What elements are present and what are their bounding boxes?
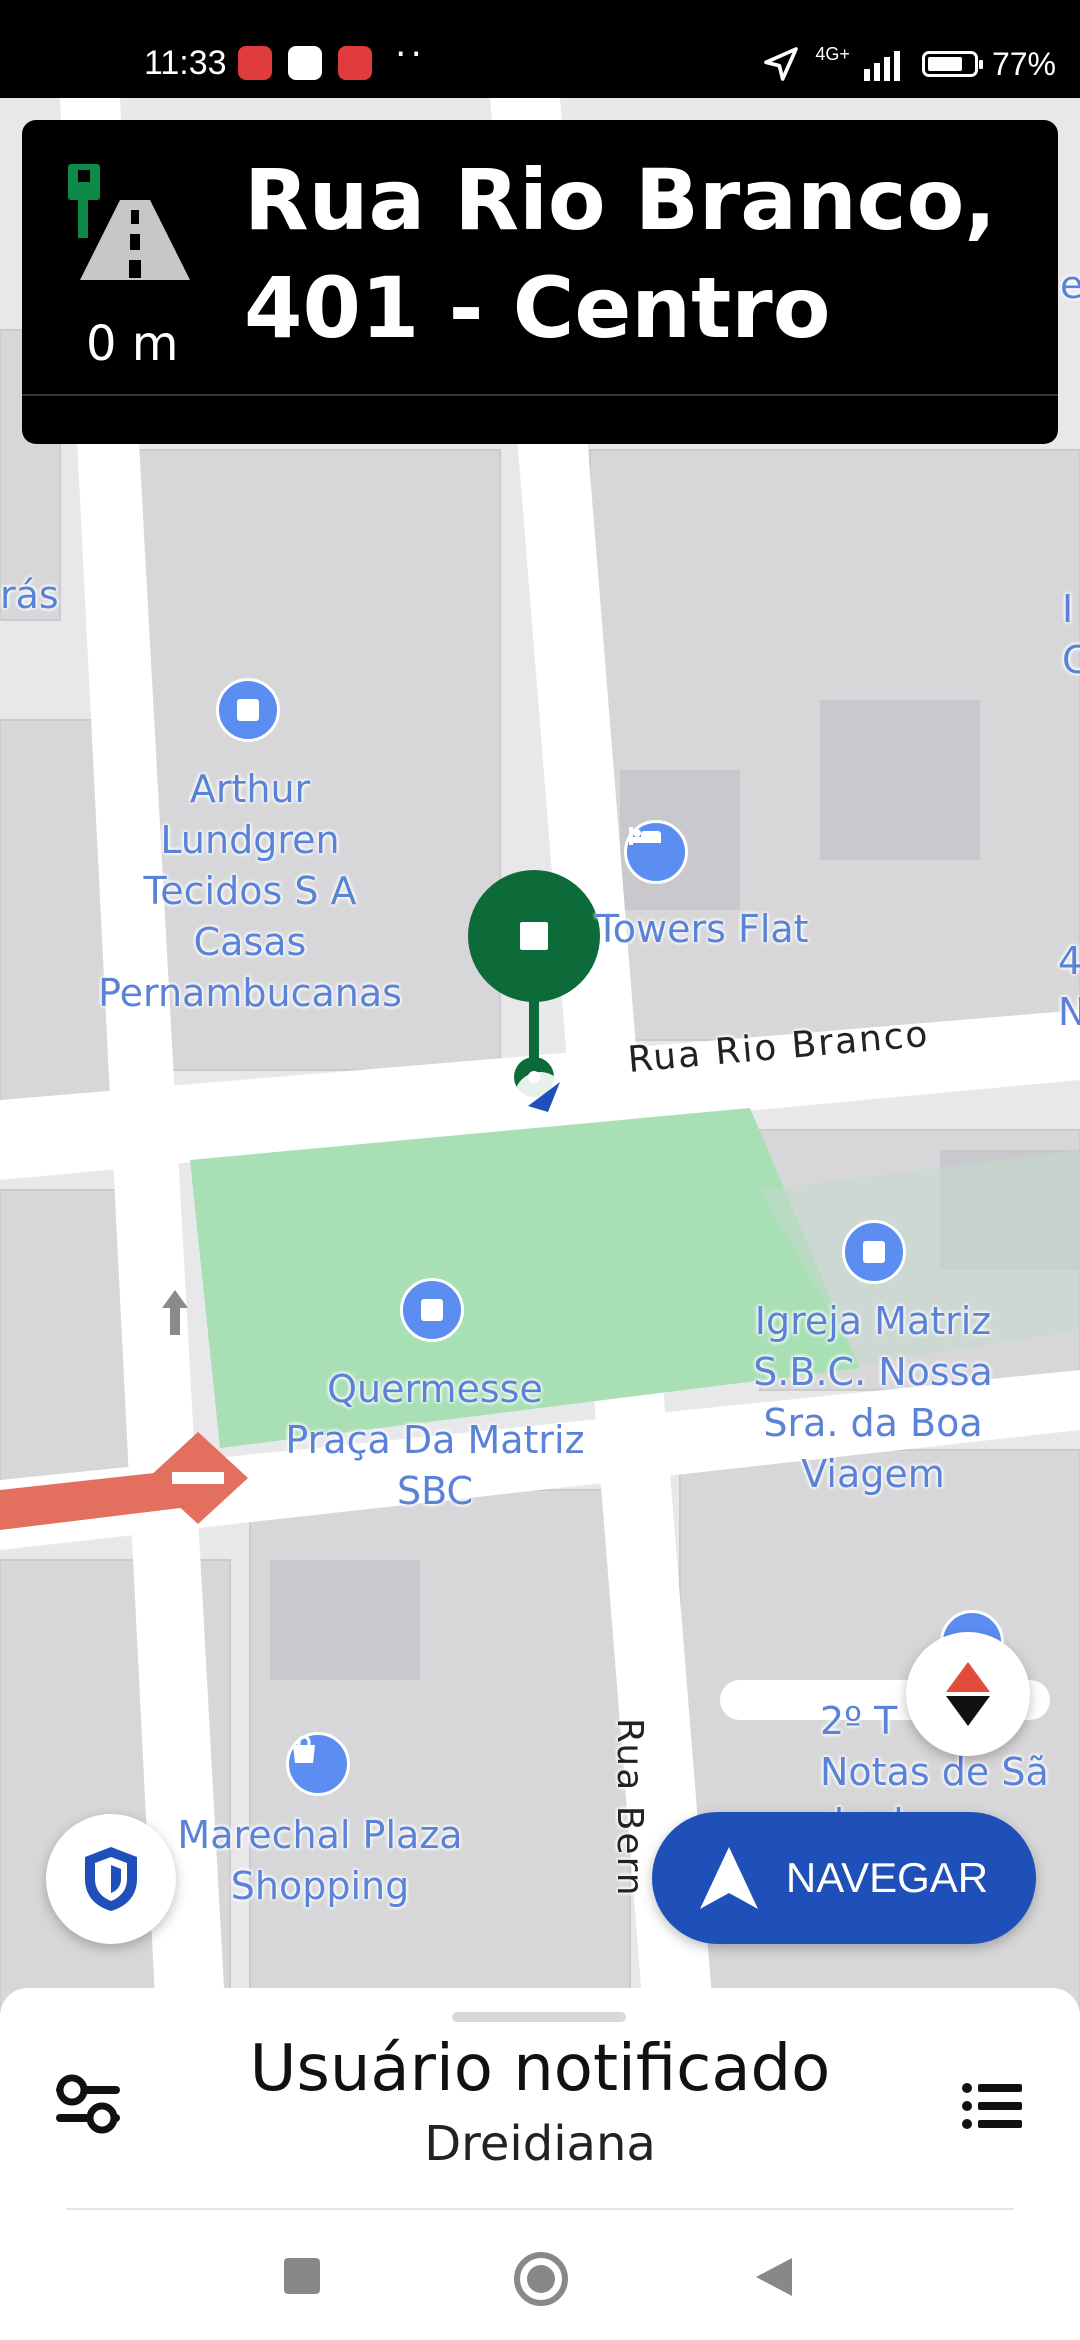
sheet-drag-handle[interactable]	[452, 2012, 626, 2022]
system-home-button[interactable]	[514, 2252, 568, 2306]
list-icon[interactable]	[962, 2082, 1022, 2130]
battery-percent: 77%	[991, 45, 1056, 82]
poi-label-fragment: rás	[0, 573, 59, 617]
signal-icon	[863, 51, 900, 81]
system-recents-button[interactable]	[284, 2258, 320, 2294]
back-icon	[756, 2258, 792, 2296]
location-arrow-icon	[764, 47, 799, 81]
poi-store-icon[interactable]	[216, 678, 280, 742]
sheet-title: Usuário notificado	[249, 2032, 831, 2106]
poi-store-icon[interactable]	[400, 1278, 464, 1342]
shield-icon	[85, 1847, 137, 1911]
navigate-button[interactable]: NAVEGAR	[652, 1812, 1036, 1944]
home-icon	[514, 2252, 568, 2306]
divider	[66, 2208, 1014, 2210]
battery-icon	[921, 51, 983, 77]
app-notification-icon	[238, 46, 272, 80]
poi-label-igreja[interactable]: Igreja Matriz S.B.C. Nossa Sra. da Boa V…	[718, 1296, 1028, 1500]
current-location-arrow-icon	[514, 1072, 566, 1124]
poi-store-icon[interactable]	[842, 1220, 906, 1284]
poi-label-towers[interactable]: Towers Flat	[596, 904, 846, 955]
compass-icon	[946, 1662, 990, 1726]
compass-button[interactable]	[906, 1632, 1030, 1756]
navigation-arrow-icon	[699, 1847, 758, 1909]
signal-label: 4G+	[815, 43, 850, 64]
divider	[22, 394, 1058, 396]
poi-label-marechal[interactable]: Marechal Plaza Shopping	[150, 1810, 490, 1912]
street-label-bern: Rua Bern	[609, 1718, 650, 1898]
poi-label-fragment: I C	[1062, 587, 1080, 682]
poi-shopping-icon[interactable]	[286, 1732, 350, 1796]
instruction-distance: 0 m	[86, 316, 179, 372]
poi-label-fragment: 4 N	[1058, 939, 1080, 1034]
bottom-sheet[interactable]: Usuário notificado Dreidiana	[0, 1988, 1080, 2340]
recents-icon	[284, 2258, 320, 2294]
app-notification-icon	[338, 46, 372, 80]
destination-road-icon	[68, 164, 190, 280]
sheet-subtitle: Dreidiana	[424, 2116, 656, 2172]
navigation-instruction-banner[interactable]: 0 m Rua Rio Branco, 401 - Centro	[22, 120, 1058, 444]
instruction-title: Rua Rio Branco, 401 - Centro	[244, 151, 997, 357]
system-back-button[interactable]	[756, 2258, 792, 2300]
status-time: 11:33	[144, 44, 227, 82]
poi-label-fragment: e	[1060, 263, 1080, 307]
app-notification-icon	[288, 46, 322, 80]
poi-label-quermesse[interactable]: Quermesse Praça Da Matriz SBC	[250, 1364, 620, 1517]
status-bar: 11:33 ·· 4G+ 77%	[0, 0, 1080, 98]
more-notifications-icon: ··	[395, 34, 426, 75]
poi-hotel-icon[interactable]	[624, 820, 688, 884]
poi-label-arthur[interactable]: Arthur Lundgren Tecidos S A Casas Pernam…	[70, 764, 430, 1019]
safety-shield-button[interactable]	[46, 1814, 176, 1944]
navigate-button-label: NAVEGAR	[785, 1854, 989, 1901]
